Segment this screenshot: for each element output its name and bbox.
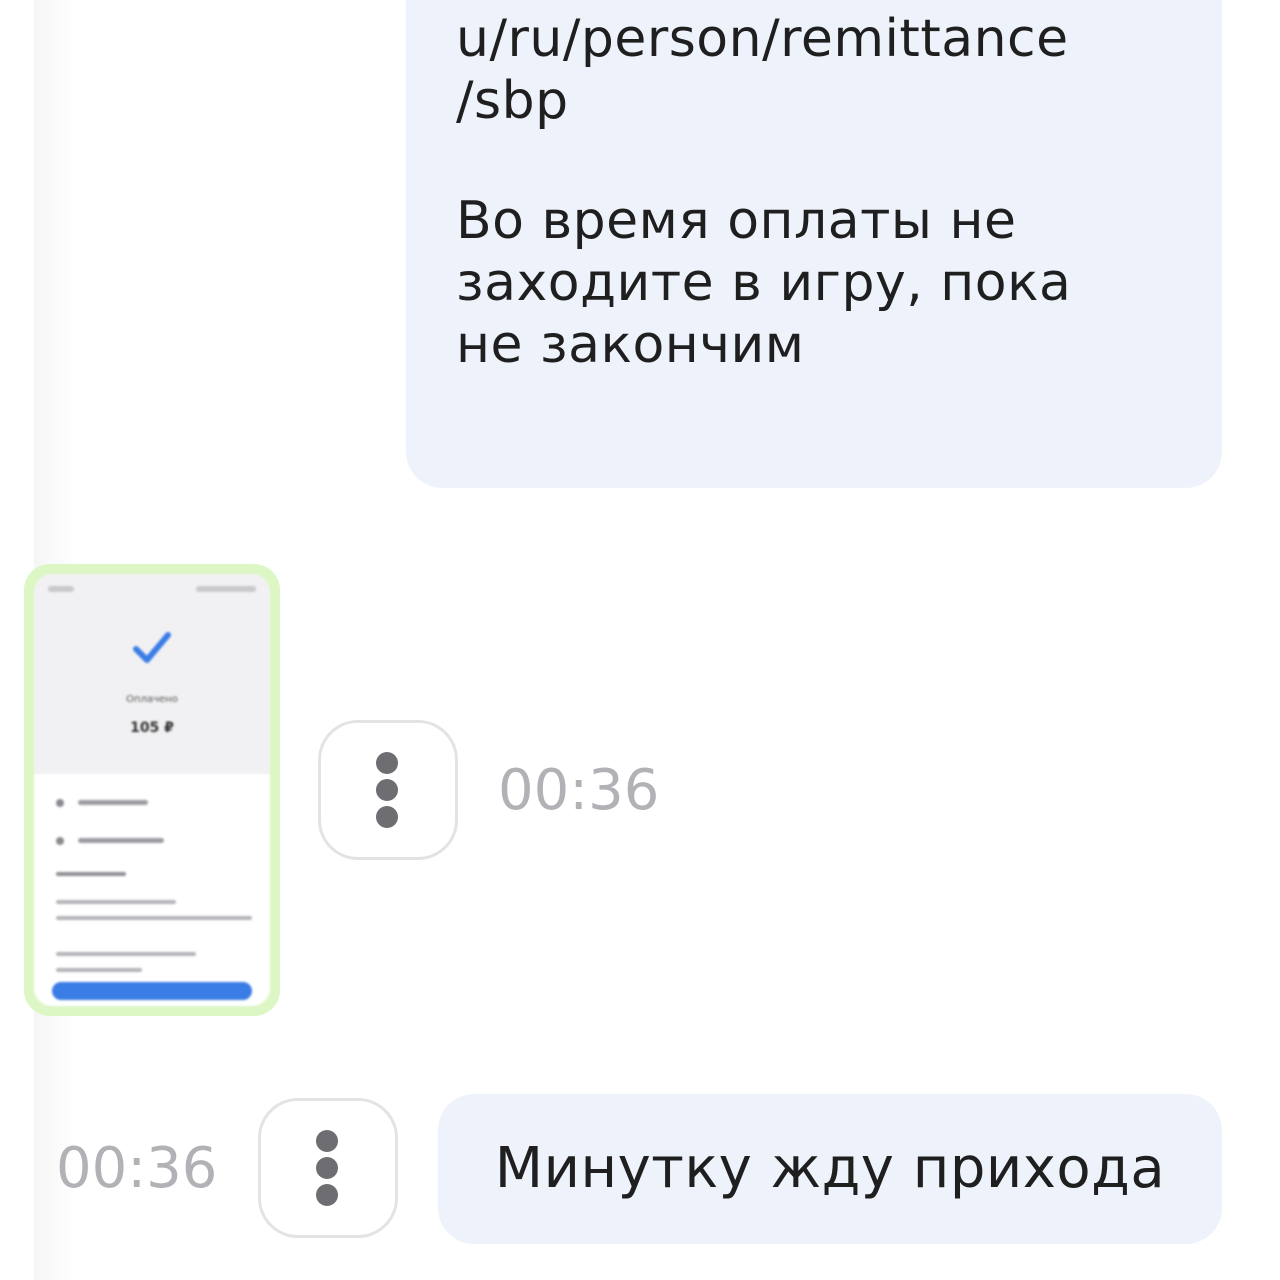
thumbnail-text-line <box>56 872 126 876</box>
thumbnail-text-line <box>56 900 176 904</box>
image-message-menu-button[interactable] <box>318 720 458 860</box>
message-text-line-3: не закончим <box>456 315 805 375</box>
outgoing-message-text: Минутку жду прихода <box>494 1136 1166 1201</box>
message-text-line-1: Во время оплаты не <box>456 191 1017 251</box>
more-vertical-icon <box>316 1130 340 1206</box>
payment-screenshot-thumbnail[interactable]: Оплачено 105 ₽ <box>34 574 270 1006</box>
thumbnail-amount: 105 ₽ <box>130 720 174 736</box>
thumbnail-detail-row <box>56 798 176 808</box>
thumbnail-text-line <box>56 952 196 956</box>
message-paragraph-gap <box>456 132 1192 190</box>
image-message[interactable]: Оплачено 105 ₽ <box>24 564 280 1016</box>
message-link-line-1[interactable]: u/ru/person/remittance <box>456 8 1192 70</box>
thumbnail-status-bar <box>48 586 256 594</box>
thumbnail-text-line <box>56 916 252 920</box>
thumbnail-amount-label: Оплачено <box>126 694 178 705</box>
thumbnail-detail-row <box>56 836 196 846</box>
outgoing-message-timestamp: 00:36 <box>56 1136 218 1201</box>
message-text-line-2: заходите в игру, пока <box>456 253 1072 313</box>
outgoing-message-bubble[interactable]: Минутку жду прихода <box>438 1094 1222 1244</box>
thumbnail-action-button <box>52 982 252 1000</box>
image-message-timestamp: 00:36 <box>498 758 660 823</box>
message-link-line-2[interactable]: /sbp <box>456 70 1192 132</box>
outgoing-message-menu-button[interactable] <box>258 1098 398 1238</box>
checkmark-icon <box>133 632 171 663</box>
thumbnail-header-area <box>34 574 270 774</box>
more-vertical-icon <box>376 752 400 828</box>
thumbnail-text-line <box>56 968 142 972</box>
incoming-message-bubble[interactable]: u/ru/person/remittance /sbp Во время опл… <box>406 0 1222 488</box>
